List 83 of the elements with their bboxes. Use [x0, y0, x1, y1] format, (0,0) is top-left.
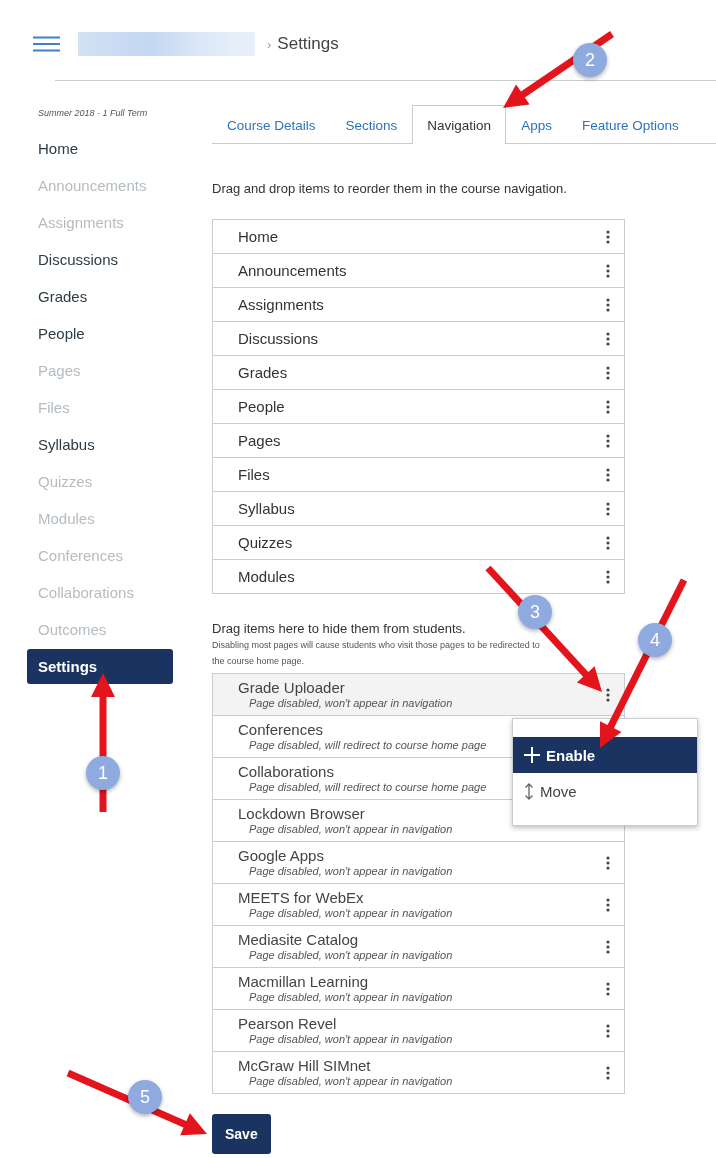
navigation-item[interactable]: Discussions	[213, 321, 624, 355]
hidden-item[interactable]: Mediasite Catalog Page disabled, won't appear in navigation	[213, 925, 624, 967]
sidebar-item[interactable]: Settings	[27, 649, 173, 684]
sidebar-item[interactable]: Home	[27, 130, 173, 167]
hidden-item[interactable]: Macmillan Learning Page disabled, won't appear in navigation	[213, 967, 624, 1009]
kebab-menu-icon[interactable]	[606, 229, 610, 244]
sidebar-item[interactable]: Syllabus	[27, 426, 173, 463]
kebab-menu-icon[interactable]	[606, 467, 610, 482]
hidden-item[interactable]: Pearson Revel Page disabled, won't appear in navigation	[213, 1009, 624, 1051]
kebab-menu-icon[interactable]	[606, 399, 610, 414]
step-badge: 4	[638, 623, 672, 657]
navigation-item[interactable]: Pages	[213, 423, 624, 457]
item-title: Grade Uploader	[238, 679, 346, 697]
navigation-item[interactable]: Announcements	[213, 253, 624, 287]
sidebar-item[interactable]: Grades	[27, 278, 173, 315]
hidden-item[interactable]: Grade Uploader Page disabled, won't appear in navigation	[213, 674, 624, 715]
tab[interactable]: Sections	[330, 105, 413, 144]
kebab-menu-icon[interactable]	[606, 1065, 610, 1080]
navigation-item[interactable]: Home	[213, 220, 624, 253]
kebab-menu-icon[interactable]	[606, 855, 610, 870]
tab[interactable]: Course Details	[212, 105, 331, 144]
kebab-menu-icon[interactable]	[606, 1023, 610, 1038]
breadcrumb-separator: ›	[267, 36, 272, 52]
navigation-item[interactable]: Files	[213, 457, 624, 491]
navigation-item[interactable]: Modules	[213, 559, 624, 593]
step-badge: 5	[128, 1080, 162, 1114]
kebab-menu-icon[interactable]	[606, 939, 610, 954]
navigation-item[interactable]: Grades	[213, 355, 624, 389]
kebab-menu-icon[interactable]	[606, 433, 610, 448]
item-title: MEETS for WebEx	[238, 889, 365, 907]
kebab-menu-icon[interactable]	[606, 981, 610, 996]
step-badge: 1	[86, 756, 120, 790]
term-label: Summer 2018 - 1 Full Term	[37, 108, 149, 118]
item-title: McGraw Hill SIMnet	[238, 1057, 372, 1075]
instruction-text: Drag and drop items to reorder them in the course navigation.	[212, 181, 568, 196]
navigation-item[interactable]: Syllabus	[213, 491, 624, 525]
menu-icon[interactable]	[33, 36, 60, 52]
item-status: Page disabled, will redirect to course home page	[248, 739, 487, 752]
hidden-section-heading: Drag items here to hide them from students.	[212, 621, 467, 636]
step-badge: 3	[518, 595, 552, 629]
item-title: Collaborations	[238, 763, 335, 781]
kebab-menu-icon[interactable]	[606, 501, 610, 516]
item-status: Page disabled, won't appear in navigation	[248, 865, 453, 878]
sidebar-item[interactable]: Discussions	[27, 241, 173, 278]
item-status: Page disabled, will redirect to course home page	[248, 781, 487, 794]
page-title: Settings	[277, 34, 339, 54]
item-status: Page disabled, won't appear in navigation	[248, 991, 453, 1004]
item-title: Conferences	[238, 721, 325, 739]
navigation-item[interactable]: Assignments	[213, 287, 624, 321]
item-status: Page disabled, won't appear in navigation	[248, 1033, 453, 1046]
hidden-item[interactable]: MEETS for WebEx Page disabled, won't appear in navigation	[213, 883, 624, 925]
hidden-item[interactable]: McGraw Hill SIMnet Page disabled, won't appear in navigation	[213, 1051, 624, 1093]
item-title: Macmillan Learning	[238, 973, 370, 991]
item-status: Page disabled, won't appear in navigation	[248, 907, 453, 920]
item-status: Page disabled, won't appear in navigation	[248, 949, 453, 962]
menu-item[interactable]: Enable	[513, 737, 697, 773]
save-button[interactable]: Save	[212, 1114, 271, 1154]
item-status: Page disabled, won't appear in navigation	[248, 823, 453, 836]
item-title: Mediasite Catalog	[238, 931, 360, 949]
item-title: Lockdown Browser	[238, 805, 366, 823]
vertical-arrows-icon	[524, 782, 534, 800]
kebab-menu-icon[interactable]	[606, 897, 610, 912]
item-status: Page disabled, won't appear in navigation	[248, 1075, 453, 1088]
kebab-menu-icon[interactable]	[606, 569, 610, 584]
tab[interactable]: Feature Options	[566, 105, 694, 144]
kebab-menu-icon[interactable]	[606, 331, 610, 346]
kebab-menu-icon[interactable]	[606, 535, 610, 550]
item-status: Page disabled, won't appear in navigation	[248, 697, 453, 710]
kebab-menu-icon[interactable]	[606, 365, 610, 380]
tab[interactable]: Navigation	[412, 105, 507, 144]
navigation-item[interactable]: People	[213, 389, 624, 423]
kebab-menu-icon[interactable]	[606, 263, 610, 278]
hidden-item[interactable]: Google Apps Page disabled, won't appear in navigation	[213, 841, 624, 883]
plus-icon	[524, 747, 540, 763]
item-title: Google Apps	[238, 847, 325, 865]
sidebar-item[interactable]: People	[27, 315, 173, 352]
hidden-section-note: Disabling most pages will cause students who visit those pages to be redirected to the course home page.	[212, 639, 541, 668]
tab[interactable]: Apps	[506, 105, 567, 144]
kebab-menu-icon[interactable]	[606, 687, 610, 702]
step-badge: 2	[573, 43, 607, 77]
item-title: Pearson Revel	[238, 1015, 338, 1033]
kebab-menu-icon[interactable]	[606, 297, 610, 312]
navigation-item[interactable]: Quizzes	[213, 525, 624, 559]
